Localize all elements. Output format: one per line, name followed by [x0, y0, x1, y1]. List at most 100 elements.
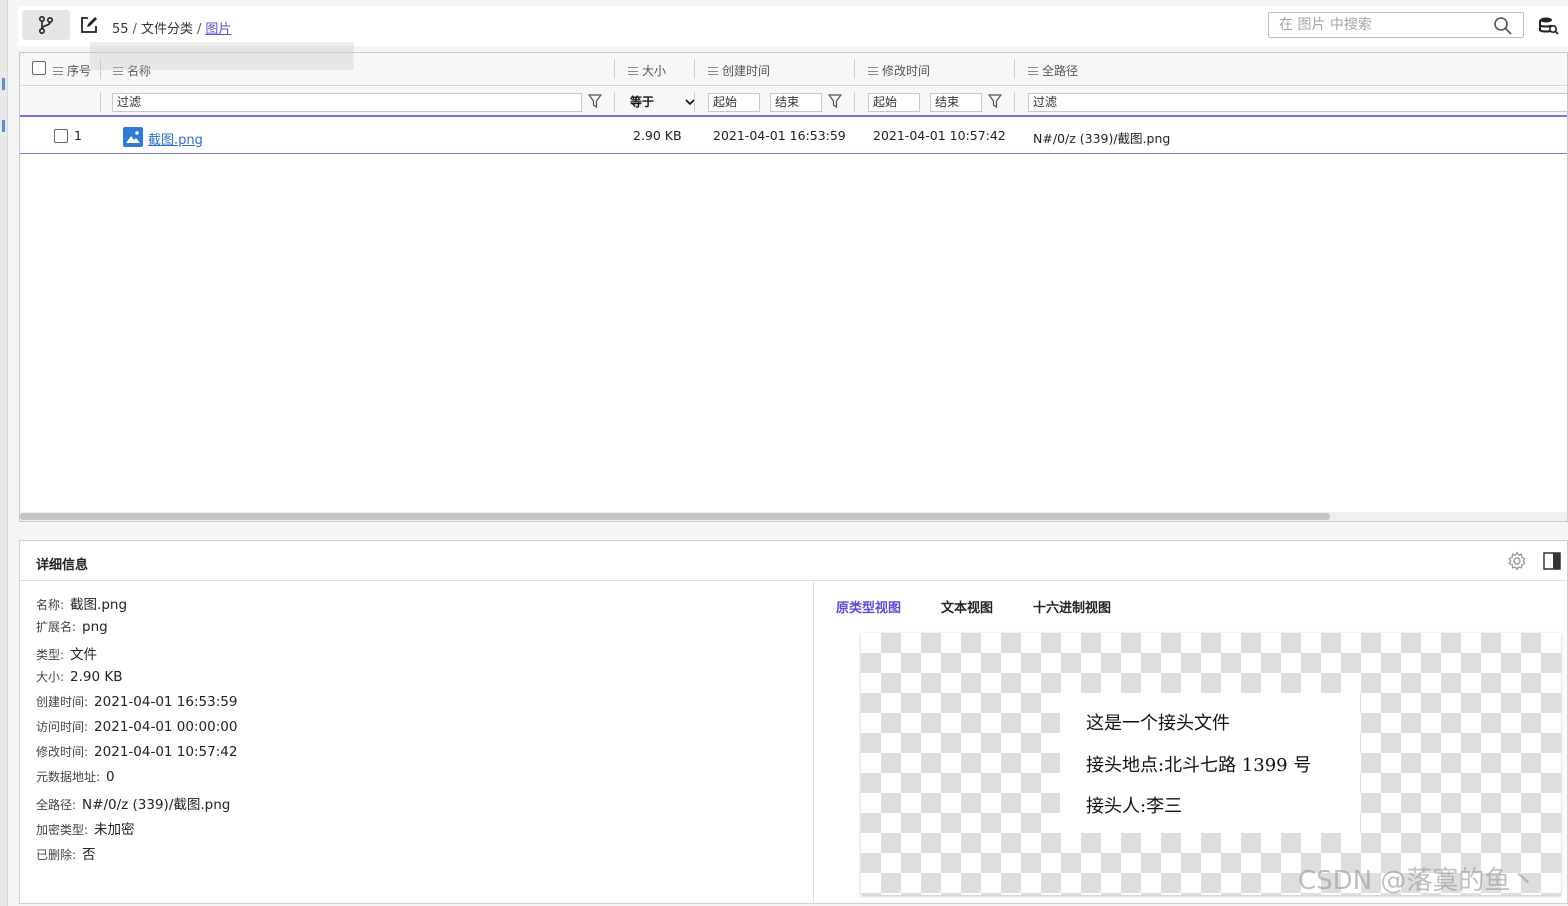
property-row: 已删除: 否: [36, 843, 237, 868]
row-size: 2.90 KB: [633, 128, 682, 143]
property-value: 2.90 KB: [70, 669, 123, 685]
property-row: 全路径: N#/0/z (339)/截图.png: [36, 793, 237, 818]
filter-icon[interactable]: [827, 94, 843, 111]
breadcrumb-category[interactable]: 文件分类: [141, 22, 193, 37]
breadcrumb: 55/文件分类 / 图片: [112, 18, 231, 37]
row-path: N#/0/z (339)/截图.png: [1033, 131, 1171, 146]
path-filter-input[interactable]: 过滤: [1028, 93, 1568, 112]
row-modified: 2021-04-01 10:57:42: [873, 128, 1006, 143]
app-window: 55/文件分类/图片 序号 名称 大小 创建时间 修改时间 全路径: [0, 0, 1568, 906]
property-key: 创建时间:: [36, 695, 89, 709]
name-filter-input[interactable]: 过滤: [112, 93, 582, 112]
column-divider: [614, 92, 615, 112]
modified-end-input[interactable]: 结束: [930, 93, 982, 112]
column-size-label: 大小: [642, 64, 667, 78]
left-strip: [0, 0, 8, 906]
column-created[interactable]: 创建时间: [708, 62, 770, 79]
details-title: 详细信息: [36, 558, 89, 573]
details-panel: 详细信息 名称: 截图.png 扩展名: png 类型: 文件 大小: 2.90 KB …: [19, 540, 1568, 904]
file-name-link[interactable]: 截图.png: [148, 129, 203, 148]
branch-button[interactable]: [22, 10, 70, 40]
property-key: 全路径:: [36, 798, 77, 812]
panel-splitter[interactable]: [813, 582, 814, 904]
preview-image-content: 这是一个接头文件 接头地点:北斗七路 1399 号 接头人:李三: [1060, 693, 1360, 833]
property-key: 访问时间:: [36, 720, 89, 734]
search-icon[interactable]: [1493, 16, 1513, 39]
column-divider: [1014, 92, 1015, 112]
table-row[interactable]: 1 截图.png 2.90 KB 2021-04-01 16:53:59 202…: [20, 118, 1567, 154]
preview-line: 这是一个接头文件: [1086, 713, 1230, 734]
left-strip-marker: [2, 120, 5, 132]
property-key: 元数据地址:: [36, 770, 101, 784]
property-value: 截图.png: [70, 597, 128, 613]
view-tabs: 原类型视图 文本视图 十六进制视图: [836, 597, 1151, 616]
column-menu-icon: [1028, 66, 1038, 75]
row-checkbox[interactable]: [54, 129, 68, 146]
breadcrumb-separator: /: [196, 22, 202, 37]
property-value: 2021-04-01 00:00:00: [94, 719, 238, 735]
property-key: 加密类型:: [36, 823, 89, 837]
property-key: 扩展名:: [36, 620, 77, 634]
breadcrumb-root[interactable]: 55: [112, 22, 129, 37]
panel-toggle-icon[interactable]: [1543, 552, 1561, 573]
property-row: 创建时间: 2021-04-01 16:53:59: [36, 693, 237, 718]
property-value: png: [82, 619, 108, 635]
edit-button[interactable]: [76, 10, 102, 40]
image-preview: 这是一个接头文件 接头地点:北斗七路 1399 号 接头人:李三: [861, 633, 1561, 895]
tab-text-view[interactable]: 文本视图: [941, 597, 993, 616]
property-row: 大小: 2.90 KB: [36, 668, 237, 693]
scrollbar-thumb[interactable]: [20, 513, 1330, 520]
property-value: 2021-04-01 10:57:42: [94, 744, 238, 760]
column-divider: [694, 92, 695, 112]
property-row: 名称: 截图.png: [36, 593, 237, 618]
modified-start-input[interactable]: 起始: [868, 93, 920, 112]
column-modified[interactable]: 修改时间: [868, 62, 930, 79]
tooltip-ghost: [90, 42, 354, 70]
filter-icon[interactable]: [587, 94, 603, 111]
column-index-label: 序号: [67, 64, 92, 78]
column-menu-icon: [628, 66, 638, 75]
search-input[interactable]: [1279, 13, 1489, 37]
property-row: 扩展名: png: [36, 618, 237, 643]
column-path[interactable]: 全路径: [1028, 62, 1078, 79]
row-created: 2021-04-01 16:53:59: [713, 128, 846, 143]
property-row: 元数据地址: 0: [36, 768, 237, 793]
column-divider: [100, 92, 101, 112]
column-divider[interactable]: [854, 59, 855, 79]
column-divider[interactable]: [694, 59, 695, 79]
horizontal-scrollbar[interactable]: [20, 512, 1567, 521]
property-row: 加密类型: 未加密: [36, 818, 237, 843]
property-key: 修改时间:: [36, 745, 89, 759]
tab-native-view[interactable]: 原类型视图: [836, 597, 901, 616]
select-all-checkbox[interactable]: [32, 61, 46, 75]
tab-hex-view[interactable]: 十六进制视图: [1033, 597, 1111, 616]
column-menu-icon: [708, 66, 718, 75]
gear-icon[interactable]: [1507, 551, 1527, 574]
edit-icon: [81, 17, 97, 33]
column-size[interactable]: 大小: [628, 62, 666, 79]
property-row: 访问时间: 2021-04-01 00:00:00: [36, 718, 237, 743]
left-strip-marker: [2, 78, 5, 90]
column-divider: [854, 92, 855, 112]
property-value: 未加密: [94, 822, 135, 838]
size-operator-value: 等于: [630, 95, 655, 109]
size-operator-select[interactable]: 等于: [626, 93, 696, 112]
column-modified-label: 修改时间: [882, 64, 931, 78]
column-divider[interactable]: [1014, 59, 1015, 79]
database-search-icon[interactable]: [1538, 16, 1560, 39]
created-start-input[interactable]: 起始: [708, 93, 760, 112]
toolbar: 55/文件分类 / 图片: [18, 6, 1568, 46]
column-index[interactable]: 序号: [53, 62, 91, 79]
property-key: 已删除:: [36, 848, 77, 862]
property-key: 类型:: [36, 648, 65, 662]
column-created-label: 创建时间: [722, 64, 771, 78]
filter-icon[interactable]: [987, 94, 1003, 111]
preview-line: 接头人:李三: [1086, 796, 1183, 817]
column-divider[interactable]: [614, 59, 615, 79]
created-end-input[interactable]: 结束: [770, 93, 822, 112]
row-index: 1: [74, 128, 82, 143]
breadcrumb-current[interactable]: 图片: [205, 22, 231, 37]
column-path-label: 全路径: [1042, 64, 1079, 78]
property-value: 否: [82, 847, 96, 863]
search-box: [1268, 12, 1524, 38]
